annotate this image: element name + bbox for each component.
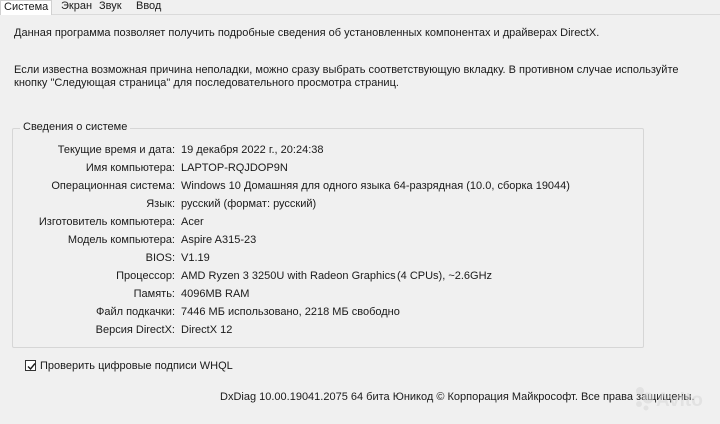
svg-text:Avito: Avito [656,390,703,411]
tab-display[interactable]: Экран [58,0,95,14]
memory-label: Память: [133,288,175,300]
tab-input[interactable]: Ввод [133,0,164,14]
whql-checkbox[interactable] [25,360,36,371]
processor-cores-value: (4 CPUs), ~2.6GHz [397,270,493,282]
copyright-footer: DxDiag 10.00.19041.2075 64 бита Юникод ©… [220,391,695,403]
checkmark-icon [27,363,36,371]
processor-label: Процессор: [116,270,175,282]
os-value: Windows 10 Домашняя для одного языка 64-… [181,180,570,192]
language-label: Язык: [146,198,175,210]
language-value: русский (формат: русский) [181,198,317,210]
memory-value: 4096MB RAM [181,288,250,300]
tab-bar: Система Экран Звук Ввод [0,0,720,15]
manufacturer-label: Изготовитель компьютера: [38,216,175,228]
bios-label: BIOS: [145,252,175,264]
model-value: Aspire A315-23 [181,234,257,246]
bios-value: V1.19 [181,252,210,264]
processor-value: AMD Ryzen 3 3250U with Radeon Graphics [181,270,396,282]
pagefile-value: 7446 МБ использовано, 2218 МБ свободно [181,306,400,318]
os-label: Операционная система: [51,180,175,192]
computer-name-value: LAPTOP-RQJDOP9N [181,162,288,174]
datetime-value: 19 декабря 2022 г., 20:24:38 [181,144,324,156]
directx-version-label: Версия DirectX: [95,324,175,336]
directx-version-value: DirectX 12 [181,324,233,336]
tab-system[interactable]: Система [0,0,53,15]
intro-text-line-2: Если известна возможная причина неполадк… [14,64,679,76]
whql-checkbox-label[interactable]: Проверить цифровые подписи WHQL [40,360,233,372]
intro-text-line-1: Данная программа позволяет получить подр… [14,27,600,39]
tab-sound[interactable]: Звук [96,0,125,14]
model-label: Модель компьютера: [67,234,175,246]
datetime-label: Текущие время и дата: [57,144,175,156]
computer-name-label: Имя компьютера: [85,162,175,174]
system-info-title: Сведения о системе [20,121,131,133]
avito-watermark-logo: Avito [636,387,703,411]
pagefile-label: Файл подкачки: [95,306,175,318]
intro-text-line-3: кнопку "Следующая страница" для последов… [14,77,399,89]
manufacturer-value: Acer [181,216,204,228]
